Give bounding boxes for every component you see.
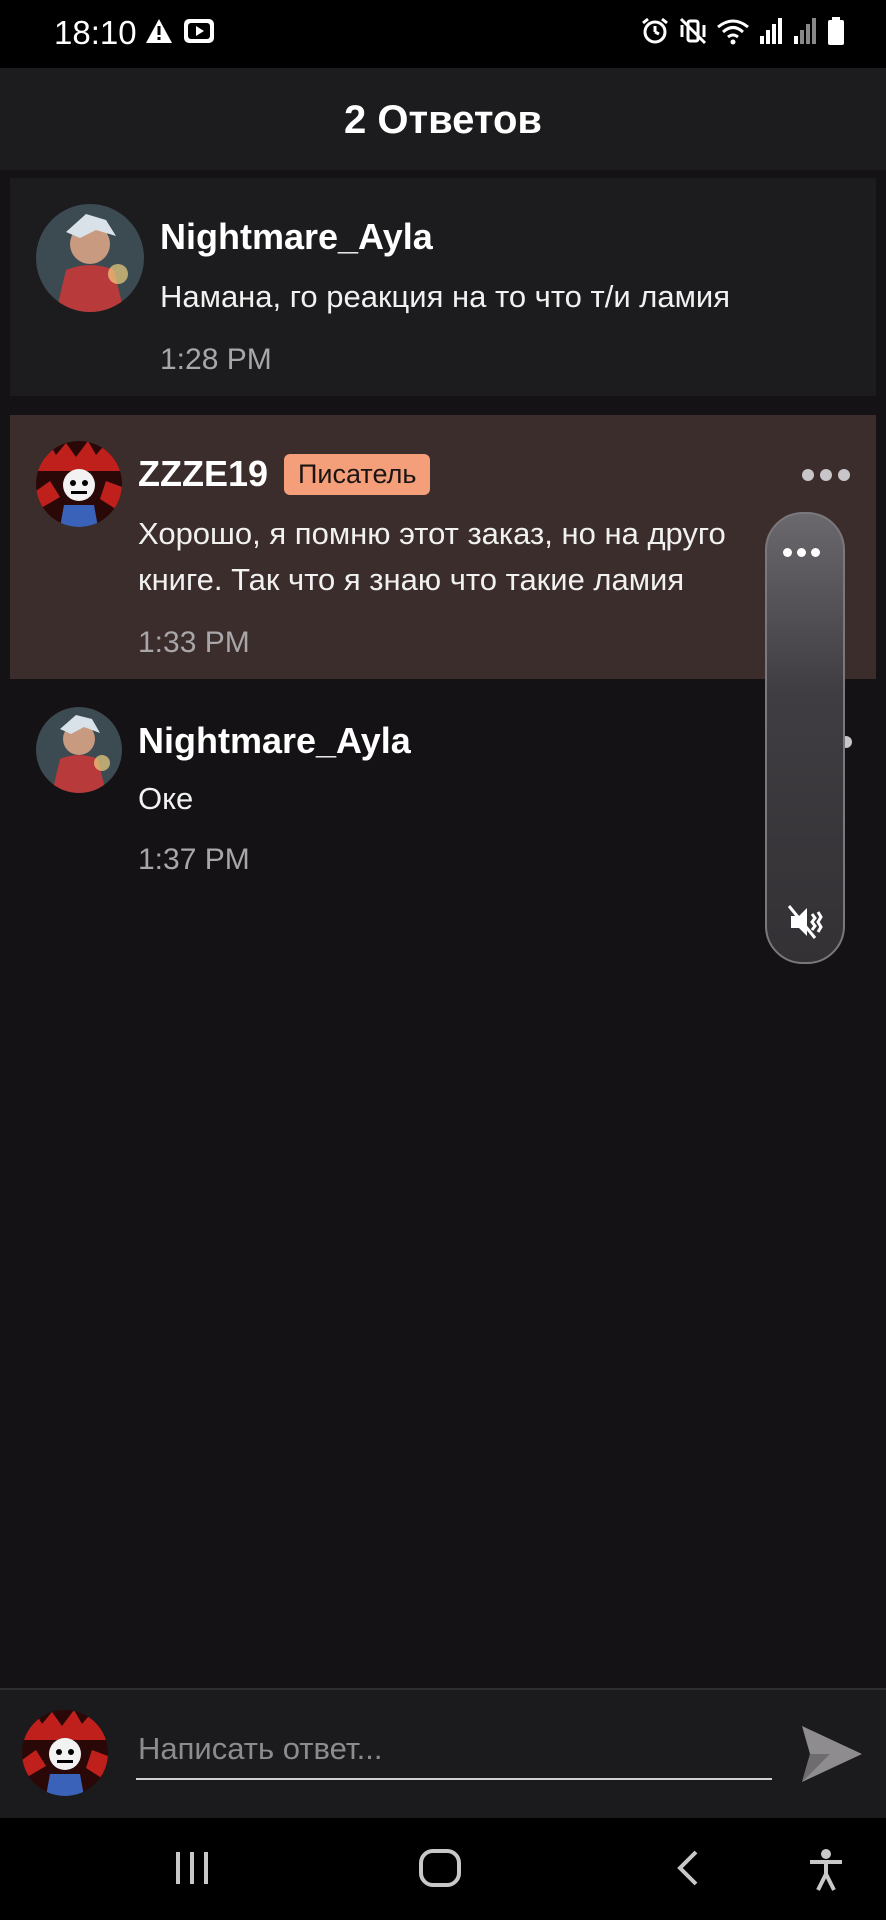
comment-item[interactable]: Nightmare_Ayla Оке 1:37 PM (0, 700, 886, 910)
signal-icon (794, 18, 816, 44)
header: 2 Ответов (0, 68, 886, 170)
avatar[interactable] (36, 204, 144, 312)
comment-text: Хорошо, я помню этот заказ, но на друго … (138, 511, 726, 603)
comment-text: Оке (138, 781, 194, 816)
status-right-icons (640, 16, 846, 46)
signal-icon (760, 18, 782, 44)
comment-item-highlighted[interactable]: ZZZE19 Писатель Хорошо, я помню этот зак… (10, 415, 876, 679)
mute-vibrate-icon[interactable] (785, 902, 825, 942)
comment-item[interactable]: Nightmare_Ayla Намана, го реакция на то … (10, 178, 876, 396)
volume-settings-button[interactable] (783, 548, 820, 557)
comment-text-line: Хорошо, я помню этот заказ, но на друго (138, 516, 726, 551)
comment-author[interactable]: Nightmare_Ayla (160, 216, 433, 258)
warning-icon (146, 19, 172, 43)
writer-badge: Писатель (284, 454, 431, 495)
comment-time: 1:37 PM (138, 843, 250, 876)
back-icon[interactable] (670, 1848, 706, 1888)
status-time: 18:10 (54, 14, 137, 51)
volume-panel[interactable] (765, 512, 845, 964)
battery-icon (828, 17, 844, 45)
home-icon[interactable] (418, 1848, 462, 1888)
send-icon[interactable] (800, 1724, 864, 1784)
comment-author[interactable]: ZZZE19 (138, 453, 268, 495)
system-nav-bar (0, 1818, 886, 1920)
comment-time: 1:33 PM (138, 626, 250, 659)
reply-composer (0, 1688, 886, 1818)
wifi-icon (717, 19, 749, 45)
comment-time: 1:28 PM (160, 343, 272, 376)
comment-author[interactable]: Nightmare_Ayla (138, 720, 411, 762)
page-title: 2 Ответов (344, 98, 542, 142)
alarm-icon (642, 17, 668, 44)
status-bar: 18:10 (0, 0, 886, 68)
status-left-icons (144, 16, 216, 46)
reply-input[interactable] (136, 1720, 772, 1780)
more-options-button[interactable] (802, 469, 850, 481)
comment-text-line: книге. Так что я знаю что такие ламия (138, 562, 685, 597)
vibrate-icon (679, 17, 707, 45)
avatar[interactable] (36, 707, 122, 793)
avatar (22, 1710, 108, 1796)
comment-text: Намана, го реакция на то что т/и ламия (160, 279, 731, 314)
accessibility-icon[interactable] (806, 1848, 846, 1892)
avatar[interactable] (36, 441, 122, 527)
youtube-icon (184, 19, 214, 43)
recent-apps-icon[interactable] (172, 1848, 212, 1888)
